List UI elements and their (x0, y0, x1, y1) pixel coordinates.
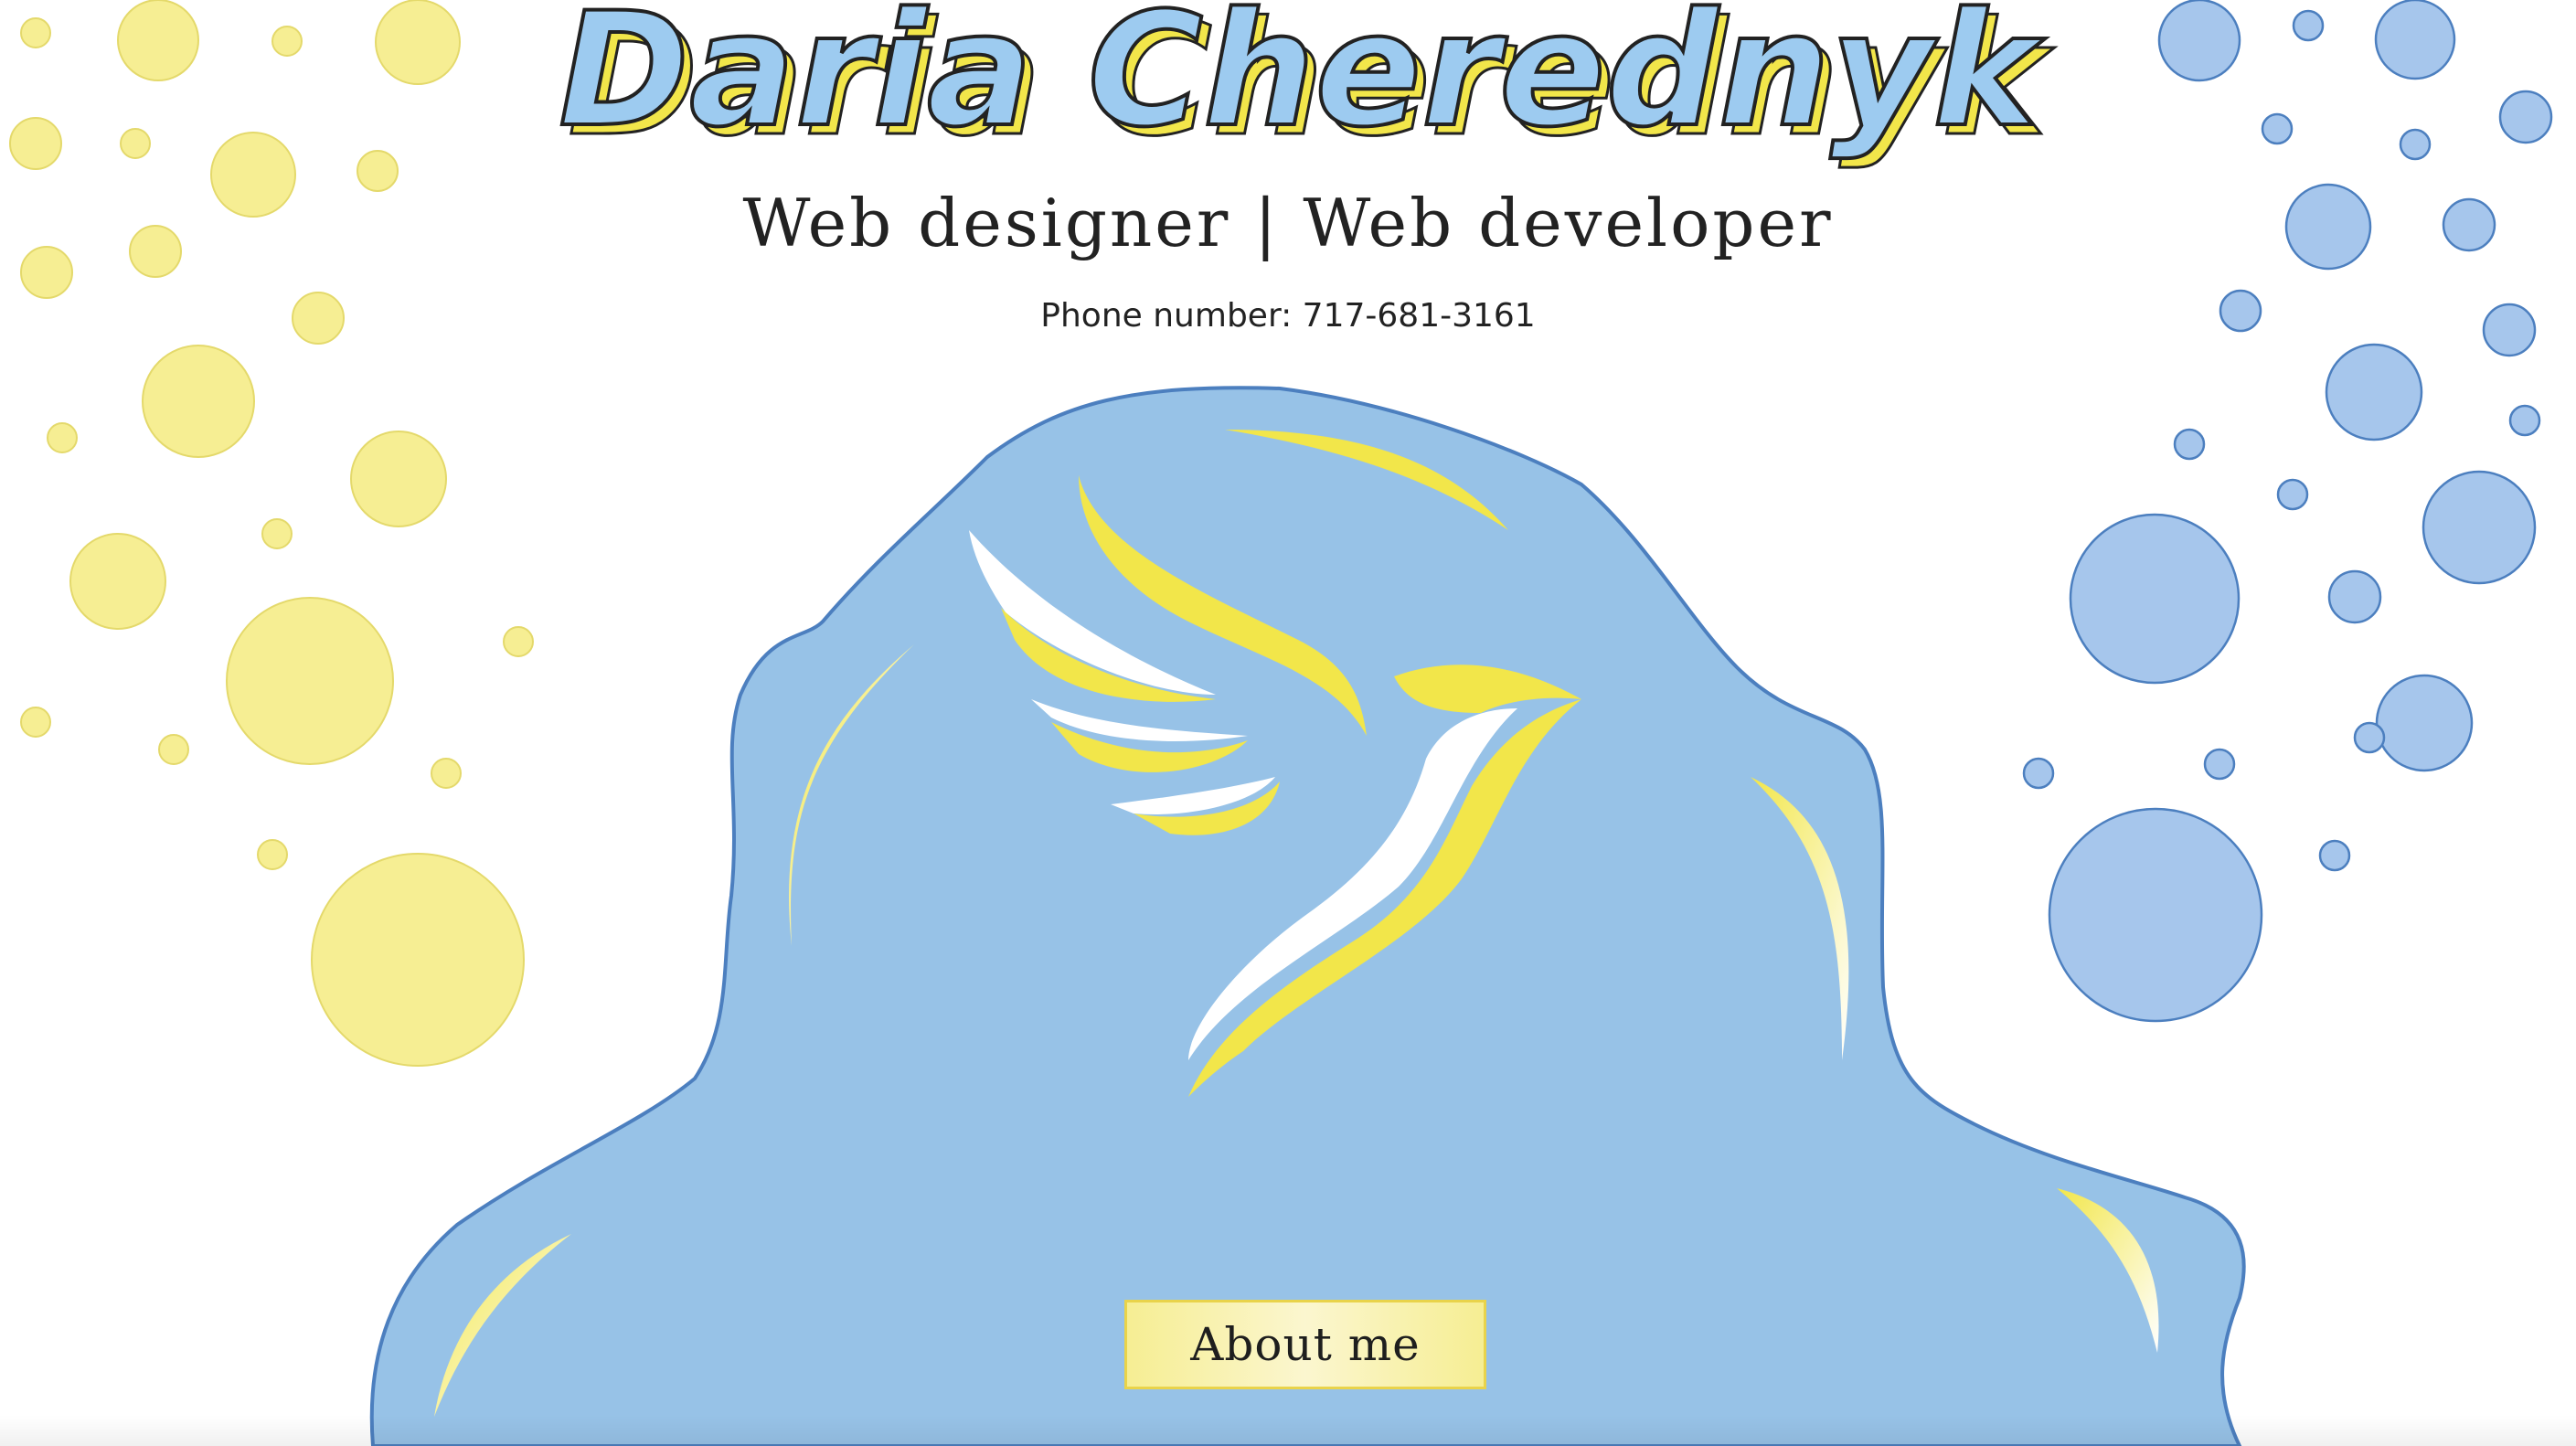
hero-mound-illustration (369, 386, 2246, 1446)
about-me-button[interactable]: About me (1124, 1300, 1486, 1389)
home-page: Daria Cherednyk Daria Cherednyk Web desi… (0, 0, 2576, 1446)
